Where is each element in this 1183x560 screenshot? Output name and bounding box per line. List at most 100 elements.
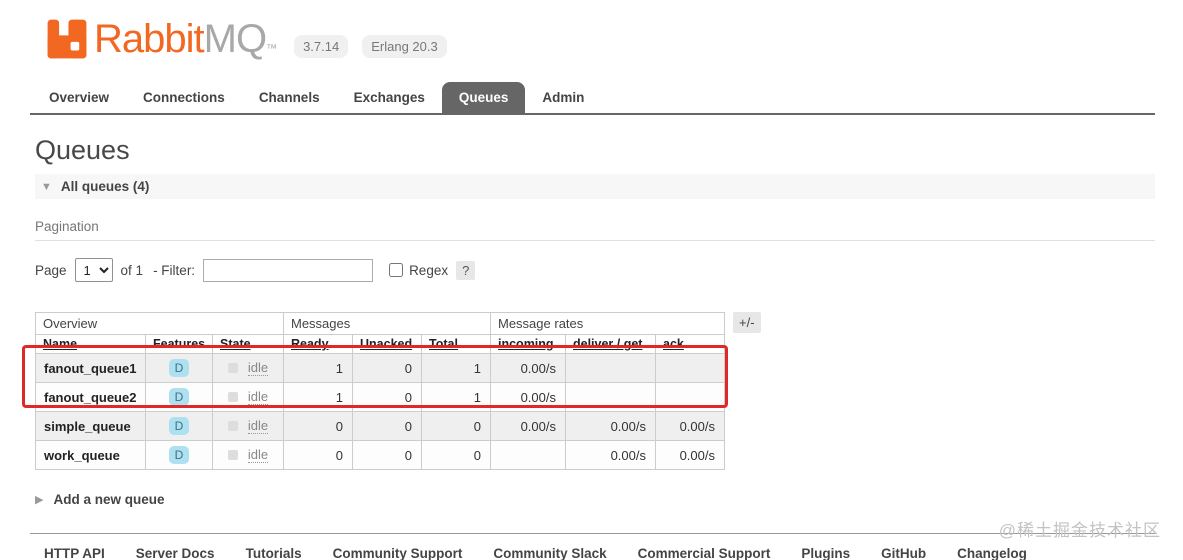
filter-input[interactable] — [203, 258, 374, 282]
state-indicator-icon — [227, 363, 238, 373]
queue-ready: 0 — [283, 411, 353, 441]
queue-name[interactable]: work_queue — [35, 440, 146, 470]
tab-connections[interactable]: Connections — [126, 82, 242, 113]
page-select[interactable]: 1 — [74, 258, 113, 282]
queue-name[interactable]: fanout_queue1 — [35, 353, 146, 383]
chevron-down-icon: ▼ — [41, 180, 52, 193]
group-header-overview: Overview — [35, 312, 284, 335]
main-nav: Overview Connections Channels Exchanges … — [30, 82, 1155, 115]
page-label: Page — [35, 262, 67, 278]
column-header-ack[interactable]: ack — [655, 334, 725, 354]
queue-ack-rate: 0.00/s — [655, 440, 725, 470]
tab-channels[interactable]: Channels — [242, 82, 337, 113]
rabbitmq-logo-icon — [47, 19, 87, 59]
durable-badge: D — [168, 417, 190, 435]
queue-unacked: 0 — [352, 382, 422, 412]
state-indicator-icon — [227, 450, 238, 460]
queue-total: 1 — [421, 382, 491, 412]
regex-checkbox[interactable] — [389, 263, 404, 277]
table-row[interactable]: fanout_queue2 D idle 1 0 1 0.00/s — [35, 382, 725, 412]
watermark: @稀土掘金技术社区 — [998, 521, 1161, 540]
chevron-right-icon: ▶ — [35, 494, 44, 506]
wordmark-rabbit: Rabbit — [94, 16, 205, 61]
queue-ack-rate — [655, 382, 725, 412]
footer-link-github[interactable]: GitHub — [881, 546, 926, 560]
queue-state: idle — [212, 353, 284, 383]
queue-name[interactable]: simple_queue — [35, 411, 146, 441]
add-queue-section-header[interactable]: ▶ Add a new queue — [35, 492, 1155, 507]
state-indicator-icon — [227, 392, 238, 402]
filter-label: - Filter: — [153, 262, 196, 278]
add-queue-label: Add a new queue — [53, 492, 165, 507]
queue-total: 0 — [421, 440, 491, 470]
queue-features: D — [145, 382, 213, 412]
queue-incoming-rate — [490, 440, 566, 470]
footer-link-http-api[interactable]: HTTP API — [44, 546, 105, 560]
queue-deliver-get-rate — [565, 353, 656, 383]
queues-table: Overview Messages Message rates Name Fea… — [35, 312, 725, 470]
footer-link-community-slack[interactable]: Community Slack — [493, 546, 606, 560]
queues-table-zone: Overview Messages Message rates Name Fea… — [22, 312, 795, 470]
queue-deliver-get-rate: 0.00/s — [565, 411, 656, 441]
all-queues-section-header[interactable]: ▼ All queues (4) — [35, 174, 1155, 199]
table-row[interactable]: simple_queue D idle 0 0 0 0.00/s 0.00/s … — [35, 411, 725, 441]
queue-ready: 1 — [283, 382, 353, 412]
queue-incoming-rate: 0.00/s — [490, 353, 566, 383]
queue-deliver-get-rate: 0.00/s — [565, 440, 656, 470]
tab-queues[interactable]: Queues — [441, 82, 526, 113]
column-header-total[interactable]: Total — [421, 334, 491, 354]
queue-ack-rate: 0.00/s — [655, 411, 725, 441]
queue-unacked: 0 — [352, 440, 422, 470]
column-header-state[interactable]: State — [212, 334, 284, 354]
tab-exchanges[interactable]: Exchanges — [337, 82, 442, 113]
column-header-unacked[interactable]: Unacked — [352, 334, 422, 354]
regex-label: Regex — [409, 262, 449, 278]
durable-badge: D — [168, 359, 190, 377]
all-queues-label: All queues (4) — [60, 179, 150, 194]
queue-features: D — [145, 411, 213, 441]
footer-link-plugins[interactable]: Plugins — [801, 546, 850, 560]
pagination-controls: Page 1 of 1 - Filter: Regex ? — [35, 258, 1155, 282]
queue-ready: 0 — [283, 440, 353, 470]
rabbitmq-wordmark: RabbitMQ™ — [94, 16, 277, 62]
column-header-deliver-get[interactable]: deliver / get — [565, 334, 656, 354]
group-header-messages: Messages — [283, 312, 491, 335]
footer-link-changelog[interactable]: Changelog — [957, 546, 1027, 560]
queue-unacked: 0 — [352, 411, 422, 441]
queue-total: 0 — [421, 411, 491, 441]
durable-badge: D — [168, 446, 190, 464]
queue-deliver-get-rate — [565, 382, 656, 412]
group-header-message-rates: Message rates — [490, 312, 725, 335]
queue-name[interactable]: fanout_queue2 — [35, 382, 146, 412]
queue-incoming-rate: 0.00/s — [490, 411, 566, 441]
footer-link-tutorials[interactable]: Tutorials — [246, 546, 302, 560]
footer-link-server-docs[interactable]: Server Docs — [136, 546, 215, 560]
wordmark-mq: MQ — [203, 16, 267, 61]
footer-nav: HTTP API Server Docs Tutorials Community… — [30, 533, 1155, 560]
queue-state: idle — [212, 411, 284, 441]
page-count-label: of 1 — [120, 262, 144, 278]
main-content: Queues ▼ All queues (4) Pagination Page … — [0, 135, 1183, 507]
queue-features: D — [145, 353, 213, 383]
table-row[interactable]: work_queue D idle 0 0 0 0.00/s 0.00/s — [35, 440, 725, 470]
wordmark-tm: ™ — [266, 42, 277, 55]
footer-link-commercial-support[interactable]: Commercial Support — [638, 546, 771, 560]
tab-overview[interactable]: Overview — [32, 82, 126, 113]
table-group-header-row: Overview Messages Message rates — [35, 312, 725, 335]
column-header-ready[interactable]: Ready — [283, 334, 353, 354]
queue-features: D — [145, 440, 213, 470]
footer-link-community-support[interactable]: Community Support — [333, 546, 463, 560]
app-header: RabbitMQ™ 3.7.14 Erlang 20.3 — [0, 0, 1183, 62]
column-options-button[interactable]: +/- — [733, 312, 761, 333]
tab-admin[interactable]: Admin — [525, 82, 601, 113]
column-header-name[interactable]: Name — [35, 334, 146, 354]
erlang-version-badge: Erlang 20.3 — [362, 34, 447, 58]
table-column-header-row: Name Features State Ready Unacked Total … — [35, 334, 725, 354]
rabbitmq-logo[interactable]: RabbitMQ™ — [44, 16, 277, 62]
queue-ready: 1 — [283, 353, 353, 383]
regex-help-button[interactable]: ? — [456, 260, 476, 280]
version-badge: 3.7.14 — [294, 34, 349, 58]
table-row[interactable]: fanout_queue1 D idle 1 0 1 0.00/s — [35, 353, 725, 383]
column-header-incoming[interactable]: incoming — [490, 334, 566, 354]
column-header-features: Features — [145, 334, 213, 354]
